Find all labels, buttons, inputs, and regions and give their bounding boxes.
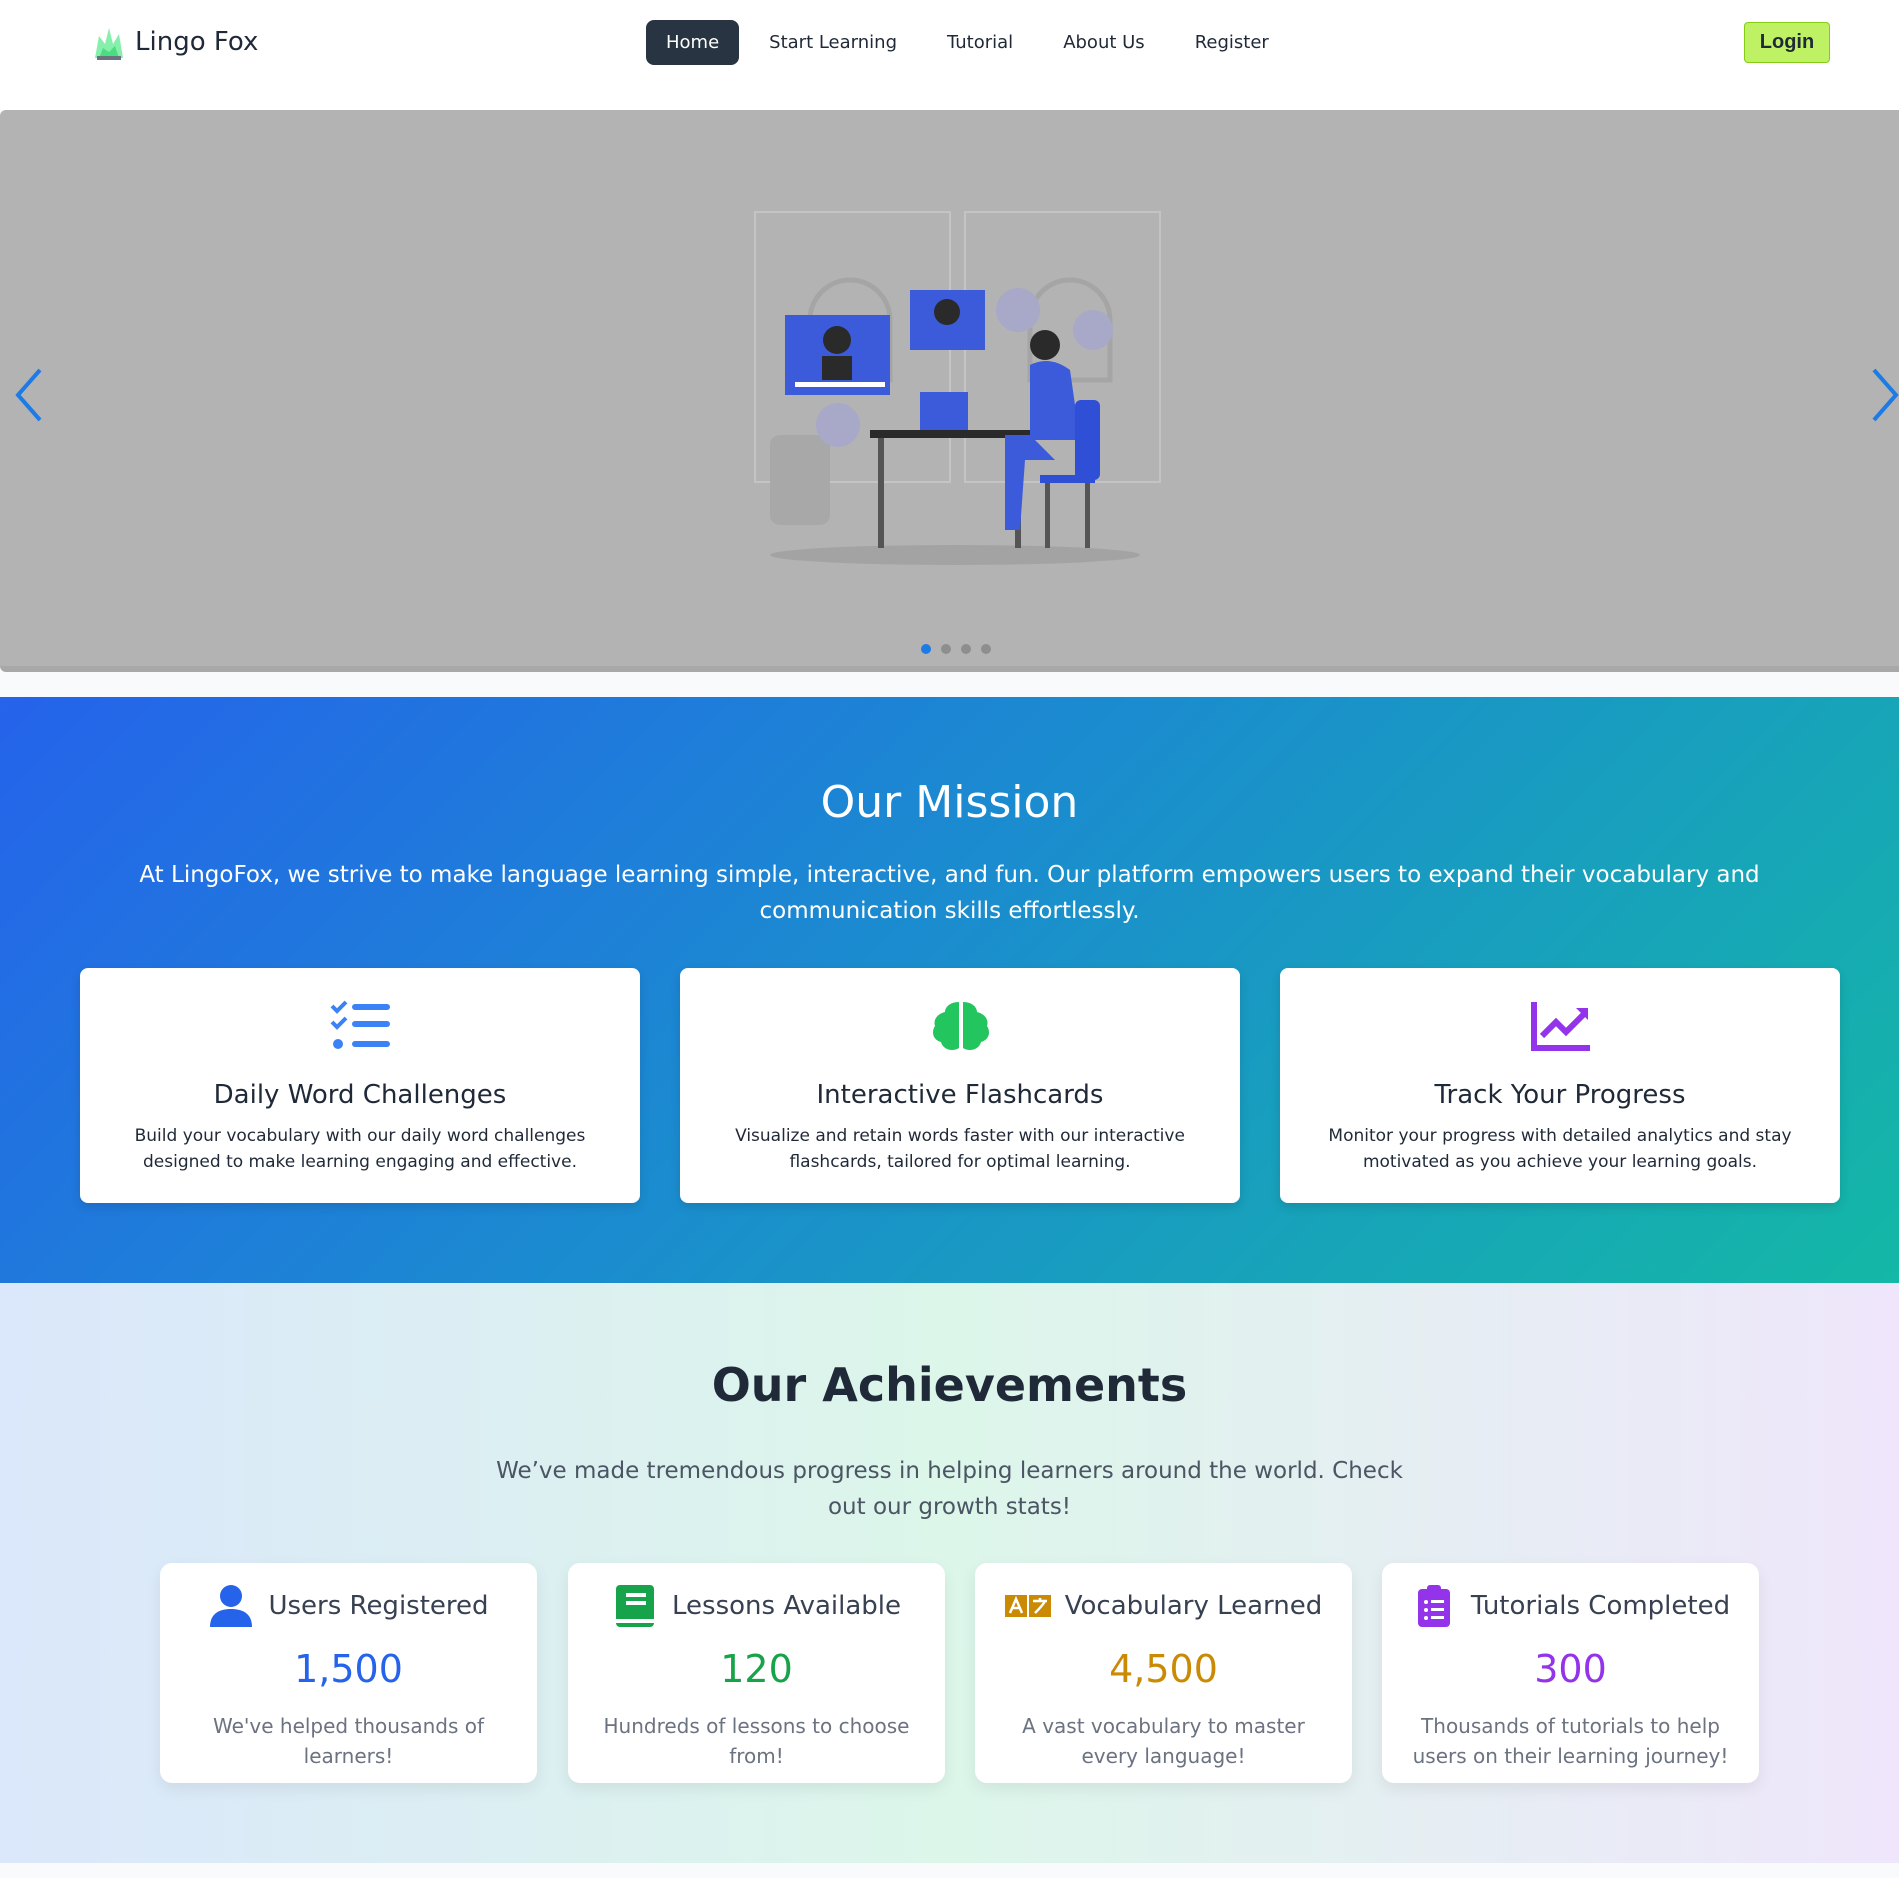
carousel-next-arrow-icon[interactable] bbox=[1866, 360, 1899, 430]
feature-title: Daily Word Challenges bbox=[213, 1080, 507, 1110]
book-icon bbox=[616, 1585, 654, 1627]
achievements-section: Our Achievements We’ve made tremendous p… bbox=[0, 1283, 1899, 1863]
nav-item-home[interactable]: Home bbox=[646, 20, 740, 65]
nav-item-tutorial[interactable]: Tutorial bbox=[927, 20, 1033, 65]
feature-desc: Monitor your progress with detailed anal… bbox=[1328, 1126, 1792, 1172]
stat-value: 4,500 bbox=[1109, 1647, 1218, 1691]
achievements-title: Our Achievements bbox=[711, 1358, 1188, 1412]
stat-card-tutorials: Tutorials Completed 300 Thousands of tut… bbox=[1382, 1563, 1759, 1783]
stat-label: Lessons Available bbox=[672, 1591, 901, 1621]
stat-desc: We've helped thousands of learners! bbox=[212, 1714, 485, 1768]
feature-card-track-progress: Track Your Progress Monitor your progres… bbox=[1280, 968, 1840, 1203]
stat-value: 120 bbox=[720, 1647, 793, 1691]
stat-desc: Thousands of tutorials to help users on … bbox=[1412, 1714, 1729, 1768]
hero-carousel bbox=[0, 110, 1899, 672]
carousel-dot-4[interactable] bbox=[981, 644, 991, 654]
stat-label: Vocabulary Learned bbox=[1064, 1591, 1323, 1621]
carousel-dot-2[interactable] bbox=[941, 644, 951, 654]
feature-desc: Visualize and retain words faster with o… bbox=[735, 1126, 1185, 1172]
fox-logo-icon bbox=[95, 28, 123, 60]
feature-title: Track Your Progress bbox=[1434, 1080, 1686, 1110]
stat-card-lessons: Lessons Available 120 Hundreds of lesson… bbox=[568, 1563, 945, 1783]
brain-icon bbox=[933, 1002, 989, 1050]
mission-title: Our Mission bbox=[820, 777, 1079, 828]
mission-section: Our Mission At LingoFox, we strive to ma… bbox=[0, 697, 1899, 1283]
brand[interactable]: Lingo Fox bbox=[91, 22, 258, 62]
feature-card-daily-word: Daily Word Challenges Build your vocabul… bbox=[80, 968, 640, 1203]
clipboard-list-icon bbox=[1417, 1585, 1450, 1627]
nav-item-register[interactable]: Register bbox=[1175, 20, 1289, 65]
nav-links: Home Start Learning Tutorial About Us Re… bbox=[646, 20, 1299, 65]
user-icon bbox=[210, 1585, 253, 1627]
stat-value: 300 bbox=[1534, 1647, 1607, 1691]
chart-line-icon bbox=[1531, 1002, 1590, 1051]
stat-card-users: Users Registered 1,500 We've helped thou… bbox=[160, 1563, 537, 1783]
checklist-icon bbox=[330, 1000, 390, 1049]
navbar: Lingo Fox Home Start Learning Tutorial A… bbox=[0, 0, 1899, 110]
feature-desc: Build your vocabulary with our daily wor… bbox=[134, 1126, 586, 1172]
stat-desc: Hundreds of lessons to choose from! bbox=[603, 1714, 910, 1768]
stat-card-vocabulary: Vocabulary Learned 4,500 A vast vocabula… bbox=[975, 1563, 1352, 1783]
nav-item-about-us[interactable]: About Us bbox=[1043, 20, 1165, 65]
feature-title: Interactive Flashcards bbox=[816, 1080, 1104, 1110]
stat-value: 1,500 bbox=[294, 1647, 403, 1691]
mission-text: At LingoFox, we strive to make language … bbox=[139, 862, 1760, 924]
translate-icon bbox=[1004, 1595, 1051, 1617]
carousel-dot-3[interactable] bbox=[961, 644, 971, 654]
stat-label: Users Registered bbox=[268, 1591, 489, 1621]
carousel-indicators bbox=[921, 644, 991, 654]
carousel-dot-1[interactable] bbox=[921, 644, 931, 654]
stat-label: Tutorials Completed bbox=[1470, 1591, 1731, 1621]
brand-name: Lingo Fox bbox=[135, 27, 259, 57]
carousel-prev-arrow-icon[interactable] bbox=[8, 360, 48, 430]
login-button[interactable]: Login bbox=[1744, 22, 1830, 63]
feature-card-flashcards: Interactive Flashcards Visualize and ret… bbox=[680, 968, 1240, 1203]
stat-desc: A vast vocabulary to master every langua… bbox=[1022, 1714, 1305, 1768]
nav-item-start-learning[interactable]: Start Learning bbox=[749, 20, 917, 65]
achievements-subtitle: We’ve made tremendous progress in helpin… bbox=[496, 1458, 1403, 1520]
online-learning-illustration bbox=[754, 211, 1161, 565]
